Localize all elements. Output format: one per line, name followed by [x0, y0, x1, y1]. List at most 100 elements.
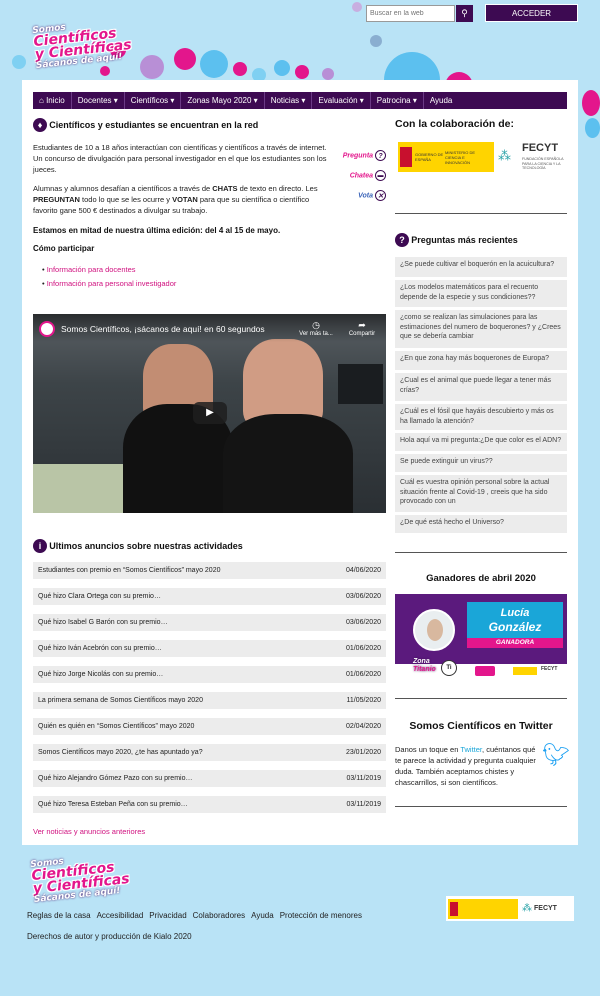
- gobierno-logo[interactable]: GOBIERNO DE ESPAÑA MINISTERIO DE CIENCIA…: [398, 142, 494, 172]
- news-row[interactable]: Qué hizo Teresa Esteban Peña con su prem…: [33, 796, 386, 813]
- news-row[interactable]: Qué hizo Jorge Nicolás con su premio… 01/…: [33, 666, 386, 683]
- video-player[interactable]: Somos Científicos, ¡sácanos de aquí! en …: [33, 314, 386, 513]
- nav-item-inicio[interactable]: ⌂ Inicio: [33, 92, 72, 109]
- winner-name-box: Lucía González: [467, 602, 563, 640]
- question-item[interactable]: Hola aquí va mi pregunta:¿De que color e…: [395, 433, 567, 451]
- info-icon: i: [33, 539, 47, 553]
- channel-avatar[interactable]: [39, 321, 55, 337]
- question-item[interactable]: ¿En que zona hay más boquerones de Europ…: [395, 351, 567, 370]
- search-input[interactable]: [366, 5, 455, 22]
- nav-item-zonas[interactable]: Zonas Mayo 2020 ▾: [181, 92, 265, 109]
- news-date: 23/01/2020: [345, 749, 381, 756]
- question-item[interactable]: ¿Se puede cultivar el boquerón en la acu…: [395, 257, 567, 277]
- question-item[interactable]: ¿Los modelos matemáticos para el recuent…: [395, 280, 567, 307]
- clock-icon: ◷: [312, 320, 320, 330]
- decor-bubble: [12, 55, 26, 69]
- winner-last: González: [488, 620, 542, 634]
- news-date: 02/04/2020: [345, 723, 381, 730]
- intro-paragraph-2: Alumnas y alumnos desafían a científicos…: [33, 184, 318, 215]
- news-row[interactable]: Estudiantes con premio en “Somos Científ…: [33, 562, 386, 579]
- news-row[interactable]: La primera semana de Somos Científicos m…: [33, 692, 386, 709]
- video-person: [223, 414, 353, 513]
- news-title[interactable]: Qué hizo Iván Acebrón con su premio…: [38, 640, 162, 657]
- news-title[interactable]: Qué hizo Alejandro Gómez Pazo con su pre…: [38, 770, 192, 787]
- footer-logo[interactable]: Somos Científicos y Científicas Sácanos …: [30, 851, 131, 905]
- divider: [395, 806, 567, 807]
- footer-link[interactable]: Privacidad: [149, 911, 186, 920]
- video-monitor: [338, 364, 383, 404]
- badge-vota: Vota ✕: [336, 184, 386, 201]
- twitter-link[interactable]: Twitter: [460, 745, 482, 754]
- news-title[interactable]: Quién es quién en “Somos Científicos” ma…: [38, 718, 194, 735]
- nav-item-cientificos[interactable]: Científicos ▾: [125, 92, 182, 109]
- decor-bubble: [233, 62, 247, 76]
- news-title[interactable]: Qué hizo Clara Ortega con su premio…: [38, 588, 161, 605]
- footer-link[interactable]: Colaboradores: [193, 911, 245, 920]
- nav-item-ayuda[interactable]: Ayuda: [424, 92, 459, 109]
- nav-item-evaluacion[interactable]: Evaluación ▾: [312, 92, 371, 109]
- fecyt-icon: ⁂: [522, 903, 532, 914]
- link-docentes[interactable]: Información para docentes: [47, 265, 136, 274]
- footer-link[interactable]: Ayuda: [251, 911, 274, 920]
- news-title[interactable]: Somos Científicos mayo 2020, ¿te has apu…: [38, 744, 203, 761]
- news-row[interactable]: Quién es quién en “Somos Científicos” ma…: [33, 718, 386, 735]
- winners-heading: Ganadores de abril 2020: [426, 573, 536, 584]
- news-row[interactable]: Qué hizo Isabel G Barón con su premio… 03…: [33, 614, 386, 631]
- footer-link[interactable]: Accesibilidad: [97, 911, 144, 920]
- video-title[interactable]: Somos Científicos, ¡sácanos de aquí! en …: [61, 324, 265, 334]
- question-item[interactable]: ¿Cual es el animal que puede llegar a te…: [395, 373, 567, 401]
- news-title[interactable]: Qué hizo Teresa Esteban Peña con su prem…: [38, 796, 188, 813]
- decor-bubble: [582, 90, 600, 116]
- nav-item-patrocina[interactable]: Patrocina ▾: [371, 92, 424, 109]
- list-item: • Información para personal investigador: [42, 279, 177, 288]
- divider: [395, 552, 567, 553]
- news-row[interactable]: Qué hizo Clara Ortega con su premio… 03/0…: [33, 588, 386, 605]
- news-title[interactable]: Qué hizo Jorge Nicolás con su premio…: [38, 666, 163, 683]
- news-title[interactable]: Qué hizo Isabel G Barón con su premio…: [38, 614, 168, 631]
- decor-bubble: [100, 66, 110, 76]
- footer-link[interactable]: Reglas de la casa: [27, 911, 91, 920]
- watch-later-button[interactable]: ◷ Ver más ta...: [297, 320, 335, 337]
- intro-paragraph: Estudiantes de 10 a 18 años interactúan …: [33, 143, 327, 174]
- nav-item-docentes[interactable]: Docentes ▾: [72, 92, 125, 109]
- play-button[interactable]: ▶: [193, 402, 227, 424]
- link-investigador[interactable]: Información para personal investigador: [47, 279, 177, 288]
- twitter-text: Danos un toque en Twitter, cuéntanos qué…: [395, 745, 536, 787]
- winner-badge: GANADORA: [467, 638, 563, 648]
- news-row[interactable]: Qué hizo Iván Acebrón con su premio… 01/0…: [33, 640, 386, 657]
- share-icon: ➦: [358, 320, 366, 330]
- question-item[interactable]: Cuál es vuestra opinión personal sobre l…: [395, 475, 567, 512]
- twitter-heading: Somos Científicos en Twitter: [409, 720, 553, 732]
- news-row[interactable]: Qué hizo Alejandro Gómez Pazo con su pre…: [33, 770, 386, 787]
- news-row[interactable]: Somos Científicos mayo 2020, ¿te has apu…: [33, 744, 386, 761]
- news-title[interactable]: Estudiantes con premio en “Somos Científ…: [38, 562, 220, 579]
- question-item[interactable]: ¿Cuál es el fósil que hayáis descubierto…: [395, 404, 567, 430]
- question-item[interactable]: ¿De qué está hecho el Universo?: [395, 515, 567, 533]
- chevron-down-icon: ▾: [410, 96, 417, 105]
- winner-banner[interactable]: Lucía González GANADORA: [395, 594, 567, 664]
- site-logo[interactable]: Somos Científicos y Científicas Sácanos …: [32, 17, 133, 71]
- winner-face: [427, 619, 443, 641]
- coat-of-arms-icon: [400, 147, 412, 167]
- nav-item-noticias[interactable]: Noticias ▾: [265, 92, 313, 109]
- login-button[interactable]: ACCEDER: [485, 4, 578, 22]
- more-news-link[interactable]: Ver noticias y anuncios anteriores: [33, 826, 145, 837]
- badge-chatea: Chatea ▬: [336, 164, 386, 184]
- news-date: 01/06/2020: [345, 671, 381, 678]
- question-icon: ?: [375, 150, 386, 161]
- question-item[interactable]: ¿como se realizan las simulaciones para …: [395, 310, 567, 348]
- winner-photo: [413, 609, 455, 651]
- vote-icon: ✕: [375, 190, 386, 201]
- footer-link[interactable]: Protección de menores: [280, 911, 362, 920]
- twitter-bird-icon[interactable]: 🐦︎: [542, 742, 570, 768]
- search-button[interactable]: ⚲: [456, 5, 473, 22]
- fecyt-logo[interactable]: ⁂ FECYT FUNDACIÓN ESPAÑOLA PARA LA CIENC…: [498, 142, 568, 172]
- decor-bubble: [200, 50, 228, 78]
- question-item[interactable]: Se puede extinguir un virus??: [395, 454, 567, 472]
- chevron-down-icon: ▾: [299, 96, 306, 105]
- titanio-icon: Ti: [441, 660, 457, 676]
- news-title[interactable]: La primera semana de Somos Científicos m…: [38, 692, 203, 709]
- decor-bubble: [274, 60, 290, 76]
- share-button[interactable]: ➦ Compartir: [343, 320, 381, 337]
- footer-sponsor-logos[interactable]: ⁂ FECYT: [446, 896, 574, 921]
